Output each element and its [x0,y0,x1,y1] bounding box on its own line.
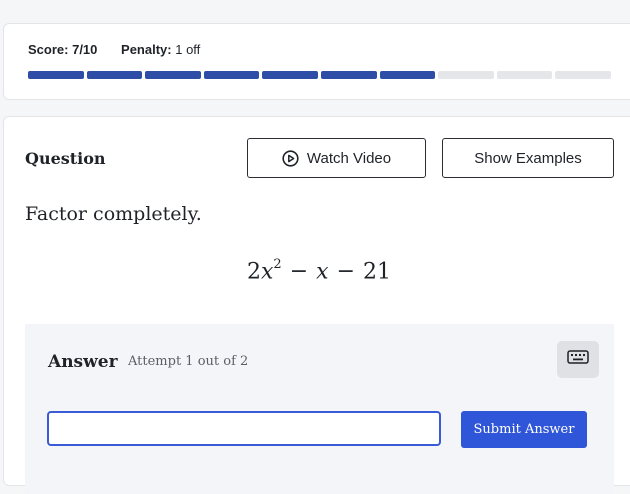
expr-coefficient: 2 [247,259,261,285]
watch-video-label: Watch Video [306,149,392,167]
progress-segment-filled [203,71,260,79]
question-prompt: Factor completely. [25,203,202,225]
question-title: Question [25,149,106,168]
play-circle-icon [282,149,299,167]
expr-variable: x [261,259,274,285]
score-value: 7/10 [72,42,98,57]
progress-segment-filled [320,71,377,79]
progress-segment-filled [262,71,318,79]
math-expression: 2x2− x −21 [4,257,630,285]
progress-segment-filled [379,71,436,79]
attempt-counter: Attempt 1 out of 2 [128,354,249,369]
watch-video-button[interactable]: Watch Video [247,138,426,178]
keyboard-icon [567,350,589,369]
submit-answer-button[interactable]: Submit Answer [461,411,587,448]
answer-panel: Answer Attempt 1 out of 2 Submit Answer [25,324,614,494]
answer-input[interactable] [47,411,441,446]
expr-exponent: 2 [273,257,282,272]
question-card: Question Watch Video Show Examples Facto… [3,116,630,494]
expr-term-2: x [316,259,329,285]
answer-title: Answer [48,352,118,372]
progress-segment-empty [555,71,611,79]
expr-minus-2: − [336,259,355,285]
expr-constant: 21 [363,259,391,285]
show-examples-button[interactable]: Show Examples [442,138,614,178]
penalty-label: Penalty: [121,42,172,57]
expr-minus-1: − [289,259,309,285]
score-label: Score: [28,42,69,57]
penalty-value: 1 off [175,42,201,57]
progress-segment-filled [145,71,201,79]
score-progress-bar [28,71,611,79]
progress-segment-empty [496,71,553,79]
keyboard-toggle-button[interactable] [557,341,599,378]
progress-segment-filled [86,71,143,79]
progress-segment-filled [28,71,84,79]
progress-segment-empty [438,71,494,79]
score-card: Score: 7/10 Penalty: 1 off [3,23,630,100]
score-line: Score: 7/10 Penalty: 1 off [28,42,200,57]
